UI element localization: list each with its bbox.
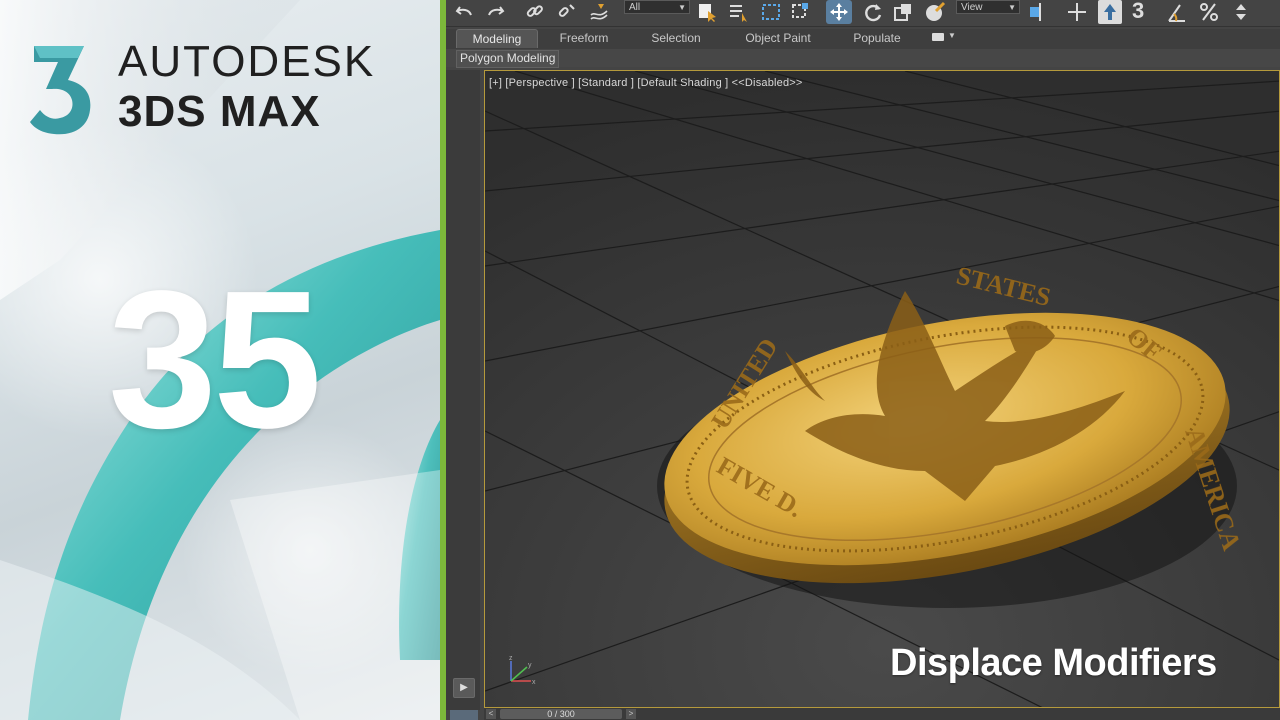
unlink-icon[interactable] <box>556 1 578 23</box>
ribbon-tab-bar: Modeling Freeform Selection Object Paint… <box>446 29 1280 49</box>
select-and-rotate-icon[interactable] <box>862 1 884 23</box>
tab-object-paint[interactable]: Object Paint <box>734 29 822 47</box>
keyboard-shortcut-override-icon <box>1104 4 1116 20</box>
time-slider-thumb[interactable]: 0 / 300 <box>500 709 622 719</box>
select-and-scale-icon[interactable] <box>892 1 914 23</box>
polygon-modeling-panel[interactable]: Polygon Modeling <box>456 50 560 68</box>
product-name: 3DS MAX <box>118 87 321 136</box>
3ds-max-logo-icon <box>30 46 91 135</box>
select-object-icon[interactable] <box>696 1 718 23</box>
angle-snap-icon[interactable] <box>1166 1 1188 23</box>
tab-modeling[interactable]: Modeling <box>456 29 538 48</box>
ribbon-toggle-icon[interactable] <box>932 33 944 41</box>
viewport-scene: UNITED STATES OF AMERICA FIVE D. <box>485 71 1279 707</box>
select-by-name-icon[interactable] <box>728 1 750 23</box>
chevron-down-icon: ▼ <box>678 3 686 12</box>
percent-snap-icon[interactable] <box>1198 1 1220 23</box>
ribbon-panel-bar: Polygon Modeling <box>446 49 1280 68</box>
perspective-viewport[interactable]: UNITED STATES OF AMERICA FIVE D. [+] [Pe… <box>484 70 1280 708</box>
window-crossing-icon[interactable] <box>790 1 812 23</box>
chevron-down-icon: ▼ <box>1008 3 1016 12</box>
next-frame-button[interactable]: > <box>626 709 636 719</box>
select-and-place-icon[interactable] <box>924 1 946 23</box>
svg-text:x: x <box>532 679 536 686</box>
axis-tripod-icon: z x y <box>509 655 536 686</box>
select-and-move-button[interactable] <box>826 0 852 24</box>
select-and-manipulate-icon[interactable] <box>1066 1 1088 23</box>
selection-filter-value: All <box>629 2 641 13</box>
viewport-side-strip: ▶ <box>446 70 480 710</box>
bind-space-warp-icon[interactable] <box>588 1 610 23</box>
spinner-snap-icon[interactable] <box>1230 1 1252 23</box>
rectangular-selection-icon[interactable] <box>760 1 782 23</box>
keyboard-shortcut-override-button[interactable] <box>1098 0 1122 24</box>
svg-text:y: y <box>528 662 532 669</box>
reference-coordinate-dropdown[interactable]: View ▼ <box>956 0 1020 14</box>
selection-filter-dropdown[interactable]: All ▼ <box>624 0 690 14</box>
redo-icon[interactable] <box>484 1 506 23</box>
time-slider[interactable]: < 0 / 300 > <box>484 708 1280 720</box>
svg-text:z: z <box>509 655 513 662</box>
tab-selection[interactable]: Selection <box>638 29 714 47</box>
link-icon[interactable] <box>524 1 546 23</box>
select-and-move-icon <box>830 3 848 21</box>
play-button[interactable]: ▶ <box>453 678 475 698</box>
main-toolbar: All ▼ View ▼ 3 <box>446 0 1280 27</box>
tab-freeform[interactable]: Freeform <box>546 29 622 47</box>
play-icon: ▶ <box>460 682 468 693</box>
episode-number: 35 <box>108 250 322 469</box>
app-window: All ▼ View ▼ 3 Modeling Freeform Selection… <box>446 0 1280 720</box>
undo-icon[interactable] <box>454 1 476 23</box>
reference-coordinate-value: View <box>961 2 983 13</box>
snaps-toggle-icon[interactable]: 3 <box>1132 0 1144 24</box>
autodesk-wordmark: AUTODESK <box>118 37 376 86</box>
maxscript-listener-tab[interactable] <box>450 710 478 720</box>
chevron-down-icon[interactable]: ▼ <box>948 31 956 40</box>
previous-frame-button[interactable]: < <box>486 709 496 719</box>
tab-populate[interactable]: Populate <box>840 29 914 47</box>
use-pivot-point-icon[interactable] <box>1026 1 1048 23</box>
branding-panel: AUTODESK 3DS MAX 35 <box>0 0 440 720</box>
video-caption: Displace Modifiers <box>890 642 1217 684</box>
viewport-label-menu[interactable]: [+] [Perspective ] [Standard ] [Default … <box>489 77 803 89</box>
